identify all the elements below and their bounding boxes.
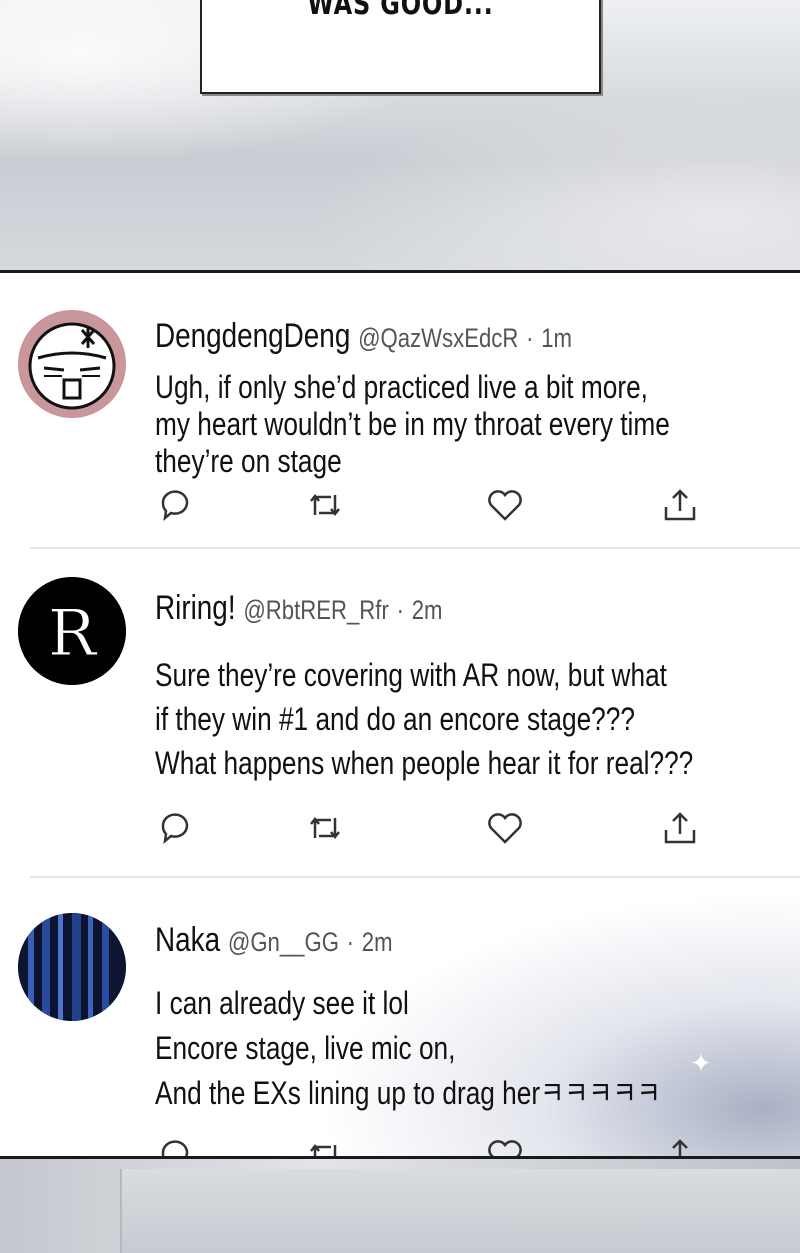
tweet-actions bbox=[155, 485, 705, 525]
reply-icon[interactable] bbox=[155, 1135, 195, 1156]
avatar[interactable] bbox=[18, 310, 126, 418]
retweet-icon[interactable] bbox=[305, 808, 345, 848]
tweet-actions bbox=[155, 808, 705, 848]
tweet-header: Naka @Gn__GG · 2m bbox=[155, 921, 393, 960]
display-name[interactable]: Naka bbox=[155, 921, 220, 959]
tweet-text: I can already see it lol Encore stage, l… bbox=[155, 985, 661, 1111]
user-handle[interactable]: @RbtRER_Rfr bbox=[243, 595, 389, 625]
tweet-text: Ugh, if only she’d practiced live a bit … bbox=[155, 369, 670, 479]
share-icon[interactable] bbox=[660, 485, 700, 525]
share-icon[interactable] bbox=[660, 1135, 700, 1156]
avatar[interactable] bbox=[18, 913, 126, 1021]
top-illustration-panel: WAS GOOD... bbox=[0, 0, 800, 273]
like-icon[interactable] bbox=[485, 485, 525, 525]
separator-dot: · bbox=[346, 927, 355, 957]
retweet-icon[interactable] bbox=[305, 485, 345, 525]
reply-icon[interactable] bbox=[155, 808, 195, 848]
tweet-text: Sure they’re covering with AR now, but w… bbox=[155, 657, 694, 781]
timestamp: 2m bbox=[361, 927, 393, 957]
speech-caption: WAS GOOD... bbox=[307, 0, 494, 22]
svg-text:R: R bbox=[48, 597, 98, 671]
timestamp: 1m bbox=[541, 323, 572, 353]
speech-box: WAS GOOD... bbox=[200, 0, 601, 94]
tweet-header: DengdengDeng @QazWsxEdcR · 1m bbox=[155, 317, 572, 356]
share-icon[interactable] bbox=[660, 808, 700, 848]
like-icon[interactable] bbox=[485, 808, 525, 848]
retweet-icon[interactable] bbox=[305, 1135, 345, 1156]
separator-dot: · bbox=[526, 323, 534, 353]
display-name[interactable]: DengdengDeng bbox=[155, 317, 350, 355]
bottom-strip bbox=[120, 1169, 800, 1253]
display-name[interactable]: Riring! bbox=[155, 589, 236, 627]
timestamp: 2m bbox=[411, 595, 443, 625]
tweet-feed: DengdengDeng @QazWsxEdcR · 1m Ugh, if on… bbox=[0, 273, 800, 1156]
like-icon[interactable] bbox=[485, 1135, 525, 1156]
divider bbox=[30, 876, 800, 878]
sparkle-icon: ✦ bbox=[690, 1048, 712, 1078]
letter-r-avatar-icon: R bbox=[18, 577, 126, 685]
blue-bars-icon bbox=[18, 913, 126, 1021]
separator-dot: · bbox=[396, 595, 404, 625]
angry-bun-face-icon bbox=[18, 310, 126, 418]
tweet-actions bbox=[155, 1135, 705, 1156]
bottom-illustration-panel bbox=[0, 1156, 800, 1253]
user-handle[interactable]: @QazWsxEdcR bbox=[358, 323, 518, 353]
avatar[interactable]: R bbox=[18, 577, 126, 685]
tweet-header: Riring! @RbtRER_Rfr · 2m bbox=[155, 589, 442, 628]
reply-icon[interactable] bbox=[155, 485, 195, 525]
divider bbox=[30, 547, 800, 549]
user-handle[interactable]: @Gn__GG bbox=[228, 927, 339, 957]
